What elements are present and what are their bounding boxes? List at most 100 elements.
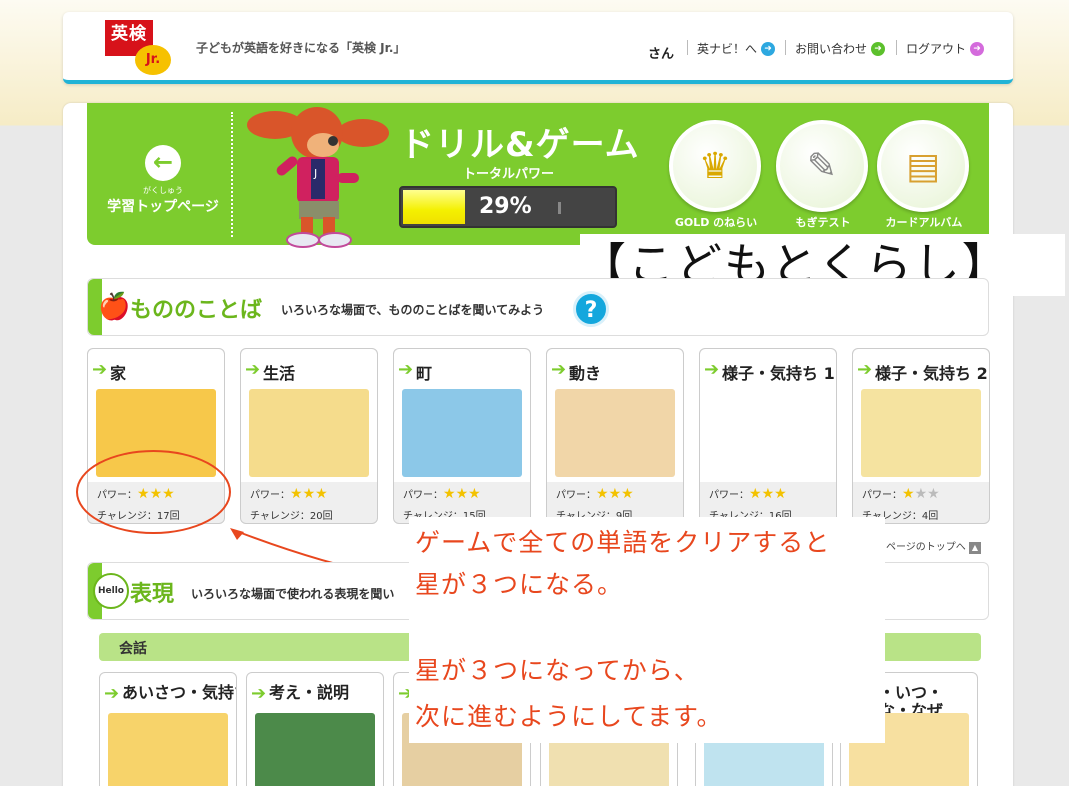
arrow-right-icon: ➔: [704, 359, 720, 380]
star-icon: ★: [302, 486, 316, 502]
apple-ball-icon: 🍎: [98, 292, 131, 322]
gold-aim-button[interactable]: ♛ GOLD のねらい: [669, 120, 763, 230]
total-power-fill: [403, 190, 466, 224]
back-arrow-icon: ←: [145, 145, 181, 181]
nav-label: お問い合わせ: [795, 42, 868, 56]
arrow-right-icon: ➔: [104, 683, 120, 704]
nav-divider: [785, 40, 786, 55]
star-icon: ★: [596, 486, 609, 502]
star-icon: ★: [914, 486, 928, 502]
help-button[interactable]: ?: [573, 291, 609, 327]
topic-card[interactable]: ➔町パワー：★★★チャレンジ：15回: [393, 348, 531, 524]
power-label: パワー：: [403, 490, 443, 501]
nav-label: 英ナビ！へ: [697, 42, 758, 56]
topic-card[interactable]: ➔動きパワー：★★★チャレンジ：9回: [546, 348, 684, 524]
card-illustration: [108, 713, 228, 786]
section-title: もののことば: [130, 298, 263, 323]
topic-card[interactable]: ➔あいさつ・気持ち: [99, 672, 237, 786]
divider: [231, 112, 233, 237]
nav-divider: [687, 40, 688, 55]
crown-icon: ♛: [669, 120, 761, 212]
site-header: 英検 Jr. 子どもが英語を好きになる「英検 Jr.」 さん 英ナビ！へ ➜ お…: [63, 12, 1013, 84]
arrow-right-icon: ➔: [251, 683, 267, 704]
card-header: ➔ 生活: [241, 349, 377, 482]
card-title: 家: [110, 364, 127, 383]
star-icon: ★: [902, 486, 915, 502]
page-top-link[interactable]: ページのトップへ ▲: [886, 538, 981, 554]
mock-test-button[interactable]: ✎ もぎテスト: [776, 120, 870, 230]
annotation-oval: [76, 450, 231, 534]
star-icon: ★: [443, 486, 456, 502]
card-title: 様子・気持ち 1: [722, 364, 835, 383]
power-rating: パワー：★★★: [709, 486, 787, 502]
section-description: いろいろな場面で使われる表現を聞い: [191, 587, 395, 601]
arrow-right-icon: ➔: [551, 359, 567, 380]
study-top-link[interactable]: ← がくしゅう 学習トップページ: [103, 145, 223, 216]
card-illustration: [402, 389, 522, 477]
nav-label: ログアウト: [906, 42, 967, 56]
topic-card[interactable]: ➔様子・気持ち 1パワー：★★★チャレンジ：16回: [699, 348, 837, 524]
hello-bubble-icon: Hello: [93, 573, 129, 609]
power-rating: パワー：★★★: [250, 486, 328, 502]
eiken-jr-badge: Jr.: [135, 45, 171, 75]
power-label: パワー：: [250, 490, 290, 501]
card-header: ➔ 町: [394, 349, 530, 482]
page-top-label: ページのトップへ: [886, 542, 966, 553]
power-rating: パワー：★★★: [556, 486, 634, 502]
study-top-label: 学習トップページ: [107, 199, 219, 215]
mascot-dog-character: J: [247, 107, 389, 248]
subsection-title: 会話: [119, 641, 147, 657]
arrow-right-icon: ➜: [871, 41, 886, 56]
topic-card[interactable]: ➔ 様子・気持ち 2 パワー：★★★ チャレンジ：4回: [852, 348, 990, 524]
annotation-line: 星が３つになる。: [415, 570, 624, 599]
card-illustration: [555, 389, 675, 477]
nav-eiken-navi[interactable]: 英ナビ！へ ➜: [697, 40, 776, 57]
card-illustration: [255, 713, 375, 786]
card-illustration: [708, 389, 828, 477]
arrow-up-icon: ▲: [969, 542, 981, 554]
card-title: 町: [416, 364, 433, 383]
annotation-note: ゲームで全ての単語をクリアすると 星が３つになる。 星が３つになってから、 次に…: [409, 517, 885, 743]
card-album-icon: ▤: [877, 120, 969, 212]
arrow-right-icon: ➔: [245, 359, 261, 380]
gold-aim-label: GOLD のねらい: [674, 216, 758, 229]
nav-divider: [896, 40, 897, 55]
test-mouse-icon: ✎: [776, 120, 868, 212]
arrow-right-icon: ➔: [398, 359, 414, 380]
card-title: 動き: [569, 364, 602, 383]
arrow-right-icon: ➔: [857, 359, 873, 380]
star-icon: ★: [468, 486, 481, 502]
power-label: パワー：: [862, 490, 902, 501]
nav-logout[interactable]: ログアウト ➜: [906, 40, 985, 57]
star-icon: ★: [761, 486, 775, 502]
power-rating: パワー：★★★: [862, 486, 940, 502]
power-label: パワー：: [556, 490, 596, 501]
topic-card[interactable]: ➔ 考え・説明: [246, 672, 384, 786]
star-icon: ★: [927, 486, 940, 502]
nav-contact[interactable]: お問い合わせ ➜: [795, 40, 886, 57]
card-album-button[interactable]: ▤ カードアルバム: [877, 120, 971, 230]
challenge-count: チャレンジ：20回: [250, 511, 333, 522]
star-icon: ★: [608, 486, 622, 502]
star-icon: ★: [774, 486, 787, 502]
power-label: パワー：: [709, 490, 749, 501]
power-marker: [558, 202, 561, 214]
total-power-label: トータルパワー: [463, 167, 555, 182]
star-icon: ★: [315, 486, 328, 502]
section-title: 表現: [130, 582, 175, 607]
card-album-label: カードアルバム: [885, 216, 963, 229]
section-things-words: 🍎 もののことば いろいろな場面で、もののことばを聞いてみよう ?: [87, 278, 989, 336]
topic-card[interactable]: ➔ 生活 パワー：★★★ チャレンジ：20回: [240, 348, 378, 524]
card-illustration: [861, 389, 981, 477]
card-header: ➔ 様子・気持ち 1: [700, 349, 836, 482]
username-label: さん: [648, 47, 675, 62]
annotation-line: 次に進むようにしてます。: [415, 702, 723, 731]
arrow-right-icon: ➜: [761, 41, 776, 56]
svg-text:J: J: [313, 167, 317, 180]
card-title: 生活: [263, 364, 296, 383]
arrow-right-icon: ➜: [970, 41, 985, 56]
card-header: ➔ 動き: [547, 349, 683, 482]
star-icon: ★: [290, 486, 303, 502]
card-title: あいさつ・気持ち: [122, 683, 236, 702]
section-description: いろいろな場面で、もののことばを聞いてみよう: [281, 303, 545, 317]
